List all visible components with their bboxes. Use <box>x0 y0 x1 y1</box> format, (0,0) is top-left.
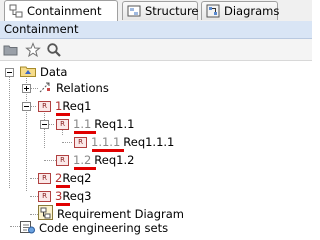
requirement-icon: R <box>74 136 87 148</box>
requirement-icon: R <box>56 154 69 166</box>
tab-label: Containment <box>27 4 102 18</box>
requirement-icon: R <box>38 172 51 184</box>
folder-add-icon[interactable] <box>3 42 19 58</box>
panel-title: Containment <box>4 22 79 36</box>
tree-node-code-engineering-sets[interactable]: Code engineering sets <box>20 219 168 237</box>
tree-node-relations[interactable]: Relations <box>38 79 109 97</box>
requirement-number: 3 <box>55 189 63 203</box>
tab-containment[interactable]: Containment <box>4 0 118 21</box>
tab-bar: Containment Structure Diagrams <box>0 0 312 22</box>
containment-icon <box>9 4 23 18</box>
code-engineering-icon <box>20 220 35 237</box>
containment-panel: Containment Structure Diagrams Containme… <box>0 0 312 235</box>
requirement-number: 1.1.1 <box>91 135 121 149</box>
node-label: Relations <box>56 81 109 95</box>
requirement-icon: R <box>38 190 51 202</box>
node-label: Req1.1 <box>94 117 135 131</box>
collapse-toggle[interactable] <box>22 102 31 111</box>
tab-label: Diagrams <box>224 4 280 18</box>
node-label: Data <box>40 65 68 79</box>
tab-diagrams[interactable]: Diagrams <box>201 1 280 20</box>
requirement-number: 1 <box>55 99 63 113</box>
star-icon[interactable] <box>25 42 41 58</box>
expand-toggle[interactable] <box>22 84 31 93</box>
collapse-toggle[interactable] <box>40 120 49 129</box>
node-label: Req2 <box>62 171 92 185</box>
relations-icon <box>38 80 52 97</box>
requirement-icon: R <box>38 100 51 112</box>
node-label: Req1.1.1 <box>123 135 175 149</box>
diagrams-icon <box>206 4 220 18</box>
toolbar <box>0 39 312 61</box>
containment-tree: Data Relations R 1 Req1 R 1.1 Req1.1 R 1… <box>0 61 312 235</box>
tab-structure[interactable]: Structure <box>122 1 199 20</box>
panel-header: Containment <box>0 21 312 39</box>
node-label: Req3 <box>62 189 92 203</box>
node-label: Code engineering sets <box>39 221 169 235</box>
requirement-number: 1.2 <box>73 153 92 167</box>
tab-label: Structure <box>145 4 199 18</box>
requirement-number: 2 <box>55 171 63 185</box>
node-label: Req1.2 <box>94 153 135 167</box>
structure-icon <box>127 4 141 18</box>
node-label: Req1 <box>62 99 92 113</box>
tree-node-req1-1-1[interactable]: R 1.1.1 Req1.1.1 <box>74 133 174 151</box>
requirement-number: 1.1 <box>73 117 92 131</box>
package-icon <box>20 65 36 80</box>
requirement-icon: R <box>56 118 69 130</box>
collapse-toggle[interactable] <box>5 68 14 77</box>
search-icon[interactable] <box>46 42 62 58</box>
